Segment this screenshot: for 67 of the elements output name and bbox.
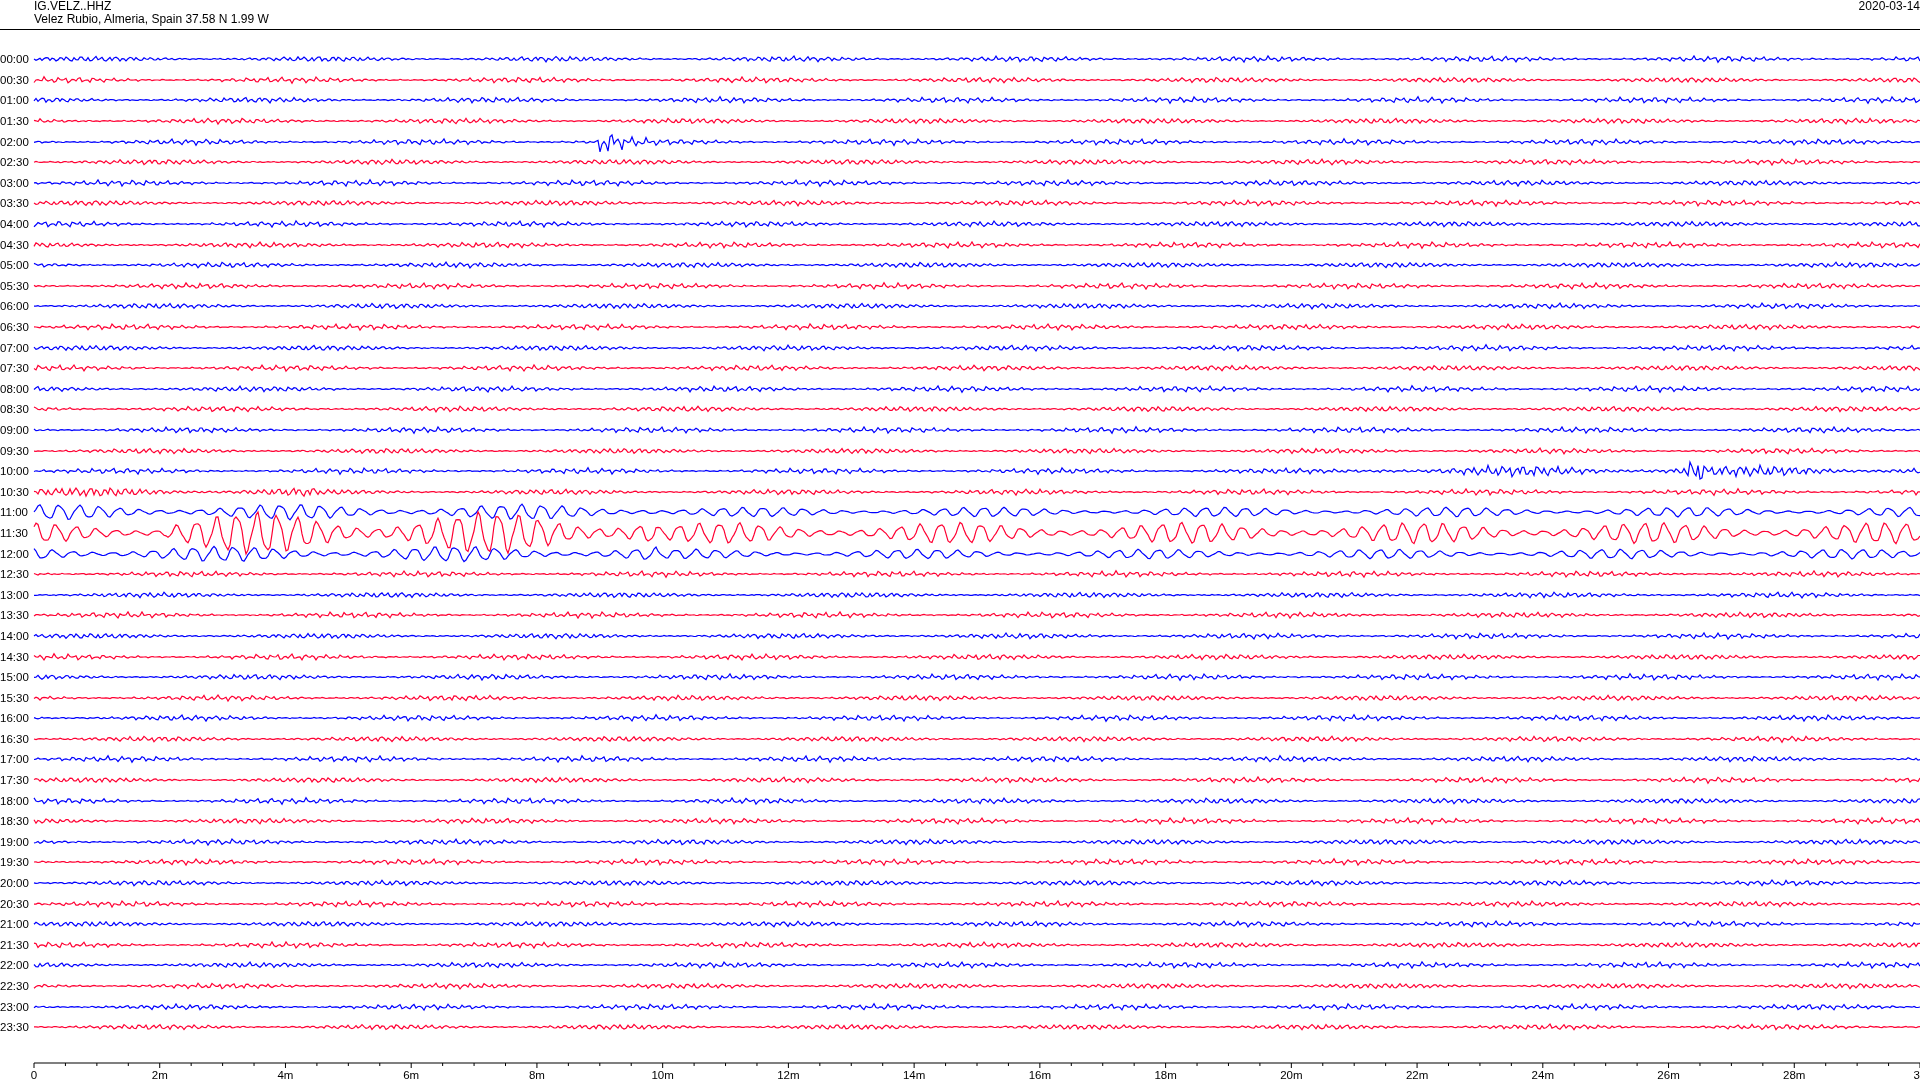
time-label: 17:00 [0, 753, 30, 766]
time-label: 00:30 [0, 73, 30, 86]
time-label: 11:30 [0, 526, 29, 539]
time-label: 10:30 [0, 485, 30, 498]
axis-tick-label: 24m [1531, 1068, 1554, 1080]
time-label: 18:30 [0, 815, 30, 828]
axis-tick-label: 0 [30, 1068, 38, 1080]
time-label: 13:30 [0, 609, 30, 622]
time-label: 19:30 [0, 856, 30, 869]
axis-tick-label: 16m [1028, 1068, 1052, 1080]
time-label: 12:30 [0, 568, 30, 581]
time-label: 04:00 [0, 218, 30, 231]
time-label: 01:00 [0, 94, 30, 107]
time-label: 12:00 [0, 547, 30, 560]
time-label: 00:00 [0, 53, 30, 66]
axis-tick-label: 26m [1657, 1068, 1680, 1080]
time-label: 08:00 [0, 382, 30, 395]
axis-tick-label: 6m [403, 1068, 420, 1080]
axis-tick-label: 2m [151, 1068, 168, 1080]
time-label: 14:00 [0, 629, 30, 642]
time-label: 06:30 [0, 321, 30, 333]
time-label: 21:00 [0, 918, 30, 931]
time-label: 11:00 [0, 506, 29, 519]
time-label: 01:30 [0, 115, 30, 128]
time-label: 09:00 [0, 424, 30, 436]
time-label: 15:00 [0, 671, 30, 684]
station-location: Velez Rubio, Almeria, Spain 37.58 N 1.99 W [34, 13, 269, 26]
time-label: 22:30 [0, 980, 30, 992]
axis-tick-label: 10m [651, 1068, 674, 1080]
time-label: 09:30 [0, 444, 30, 457]
time-label: 20:00 [0, 877, 30, 890]
time-label: 22:00 [0, 959, 30, 972]
axis-tick-label: 8m [528, 1068, 545, 1080]
time-label: 20:30 [0, 897, 30, 910]
axis-tick-label: 22m [1405, 1068, 1429, 1080]
time-label: 08:30 [0, 403, 30, 416]
time-label: 16:30 [0, 732, 30, 745]
time-label: 07:30 [0, 362, 30, 375]
time-label: 02:30 [0, 156, 30, 169]
axis-tick-label: 4m [277, 1068, 294, 1080]
time-label: 19:00 [0, 835, 30, 848]
time-label: 21:30 [0, 938, 30, 951]
time-label: 18:00 [0, 794, 30, 807]
time-label: 05:30 [0, 279, 30, 292]
time-label: 23:00 [0, 1000, 30, 1013]
time-label: 14:30 [0, 650, 30, 663]
time-label: 03:00 [0, 176, 30, 189]
axis-tick-label: 14m [902, 1068, 926, 1080]
time-label: 16:00 [0, 712, 30, 725]
axis-tick-label: 20m [1280, 1068, 1303, 1080]
time-label: 05:00 [0, 259, 30, 272]
date-label: 2020-03-14 [1858, 0, 1920, 13]
time-label: 03:30 [0, 197, 30, 210]
axis-tick-label: 12m [777, 1068, 800, 1080]
time-label: 13:00 [0, 588, 30, 601]
time-label: 07:00 [0, 341, 30, 354]
time-label: 10:00 [0, 465, 30, 478]
axis-tick-label: 3 [1913, 1068, 1920, 1080]
station-code: IG.VELZ..HHZ [34, 0, 113, 13]
time-label: 02:00 [0, 135, 30, 148]
time-label: 04:30 [0, 238, 30, 251]
time-label: 06:00 [0, 300, 30, 313]
axis-tick-label: 18m [1154, 1068, 1177, 1080]
time-label: 17:30 [0, 774, 30, 787]
time-label: 23:30 [0, 1021, 30, 1034]
time-label: 15:30 [0, 691, 30, 704]
axis-tick-label: 28m [1783, 1068, 1806, 1080]
